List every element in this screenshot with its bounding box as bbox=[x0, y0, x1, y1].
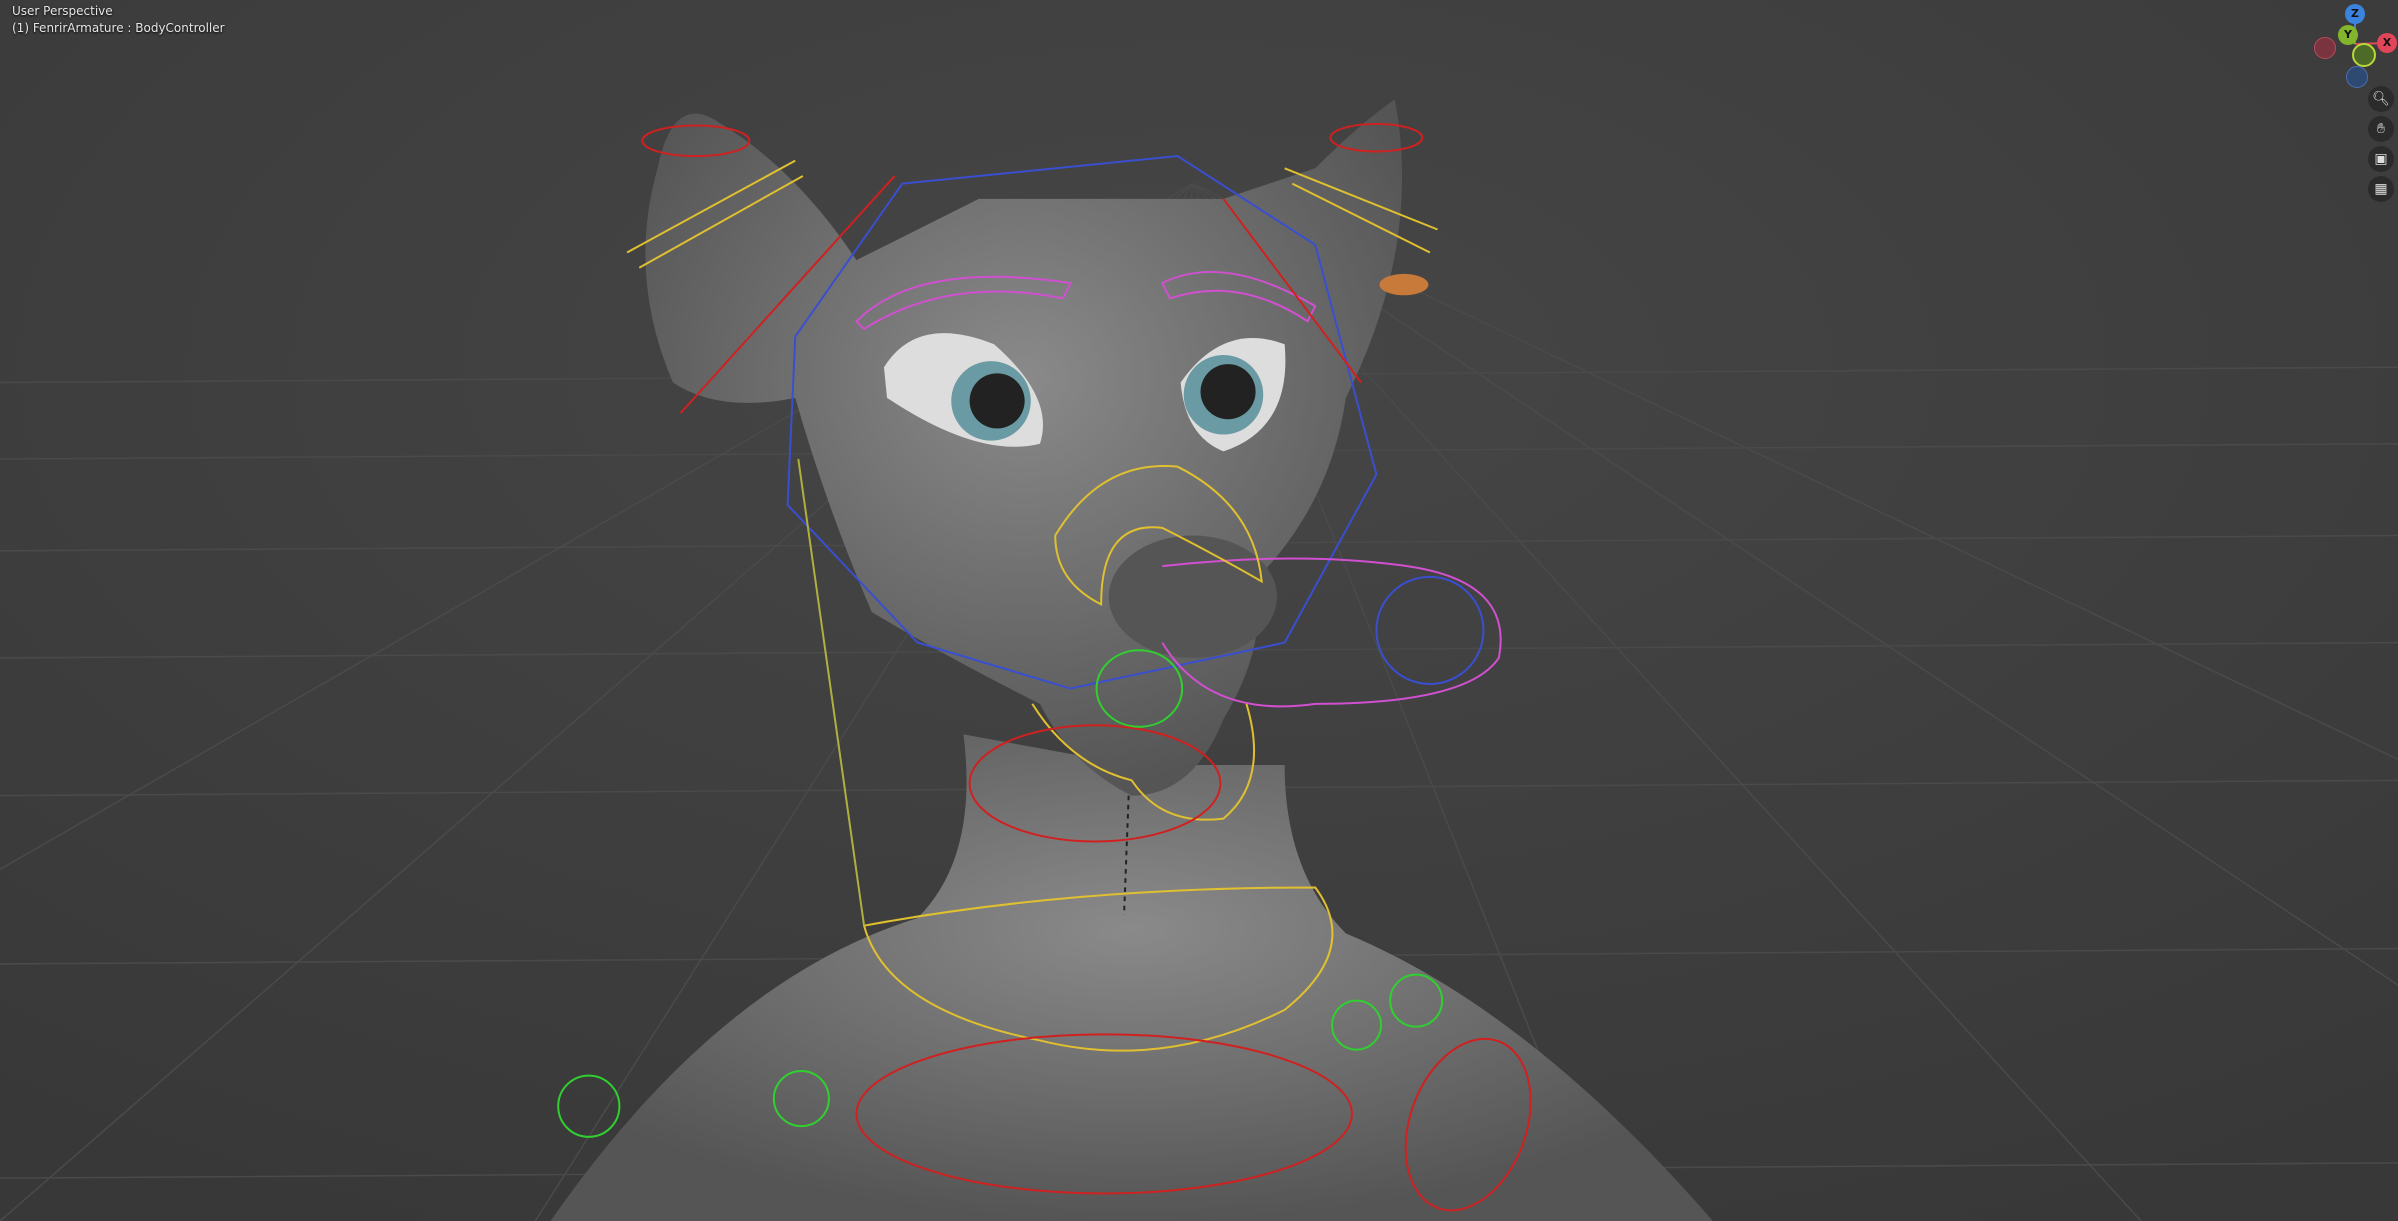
grid-ortho-icon[interactable]: ▦ bbox=[2368, 176, 2394, 202]
gizmo-neg-y[interactable] bbox=[2352, 43, 2376, 67]
gizmo-x[interactable]: X bbox=[2377, 33, 2397, 53]
nose bbox=[1108, 535, 1277, 658]
view-name-label: User Perspective bbox=[12, 4, 113, 18]
3d-viewport[interactable] bbox=[0, 0, 2398, 1221]
zoom-icon[interactable]: 🔍︎ bbox=[2368, 86, 2394, 112]
camera-icon[interactable]: ▣ bbox=[2368, 146, 2394, 172]
hand-pan-icon[interactable]: ✋︎ bbox=[2368, 116, 2394, 142]
gizmo-neg-x[interactable] bbox=[2314, 37, 2336, 59]
active-object-label: (1) FenrirArmature : BodyController bbox=[12, 21, 225, 35]
earring bbox=[1379, 273, 1429, 296]
gizmo-y[interactable]: Y bbox=[2338, 25, 2358, 45]
gizmo-neg-z[interactable] bbox=[2346, 66, 2368, 88]
gizmo-z[interactable]: Z bbox=[2345, 4, 2365, 24]
